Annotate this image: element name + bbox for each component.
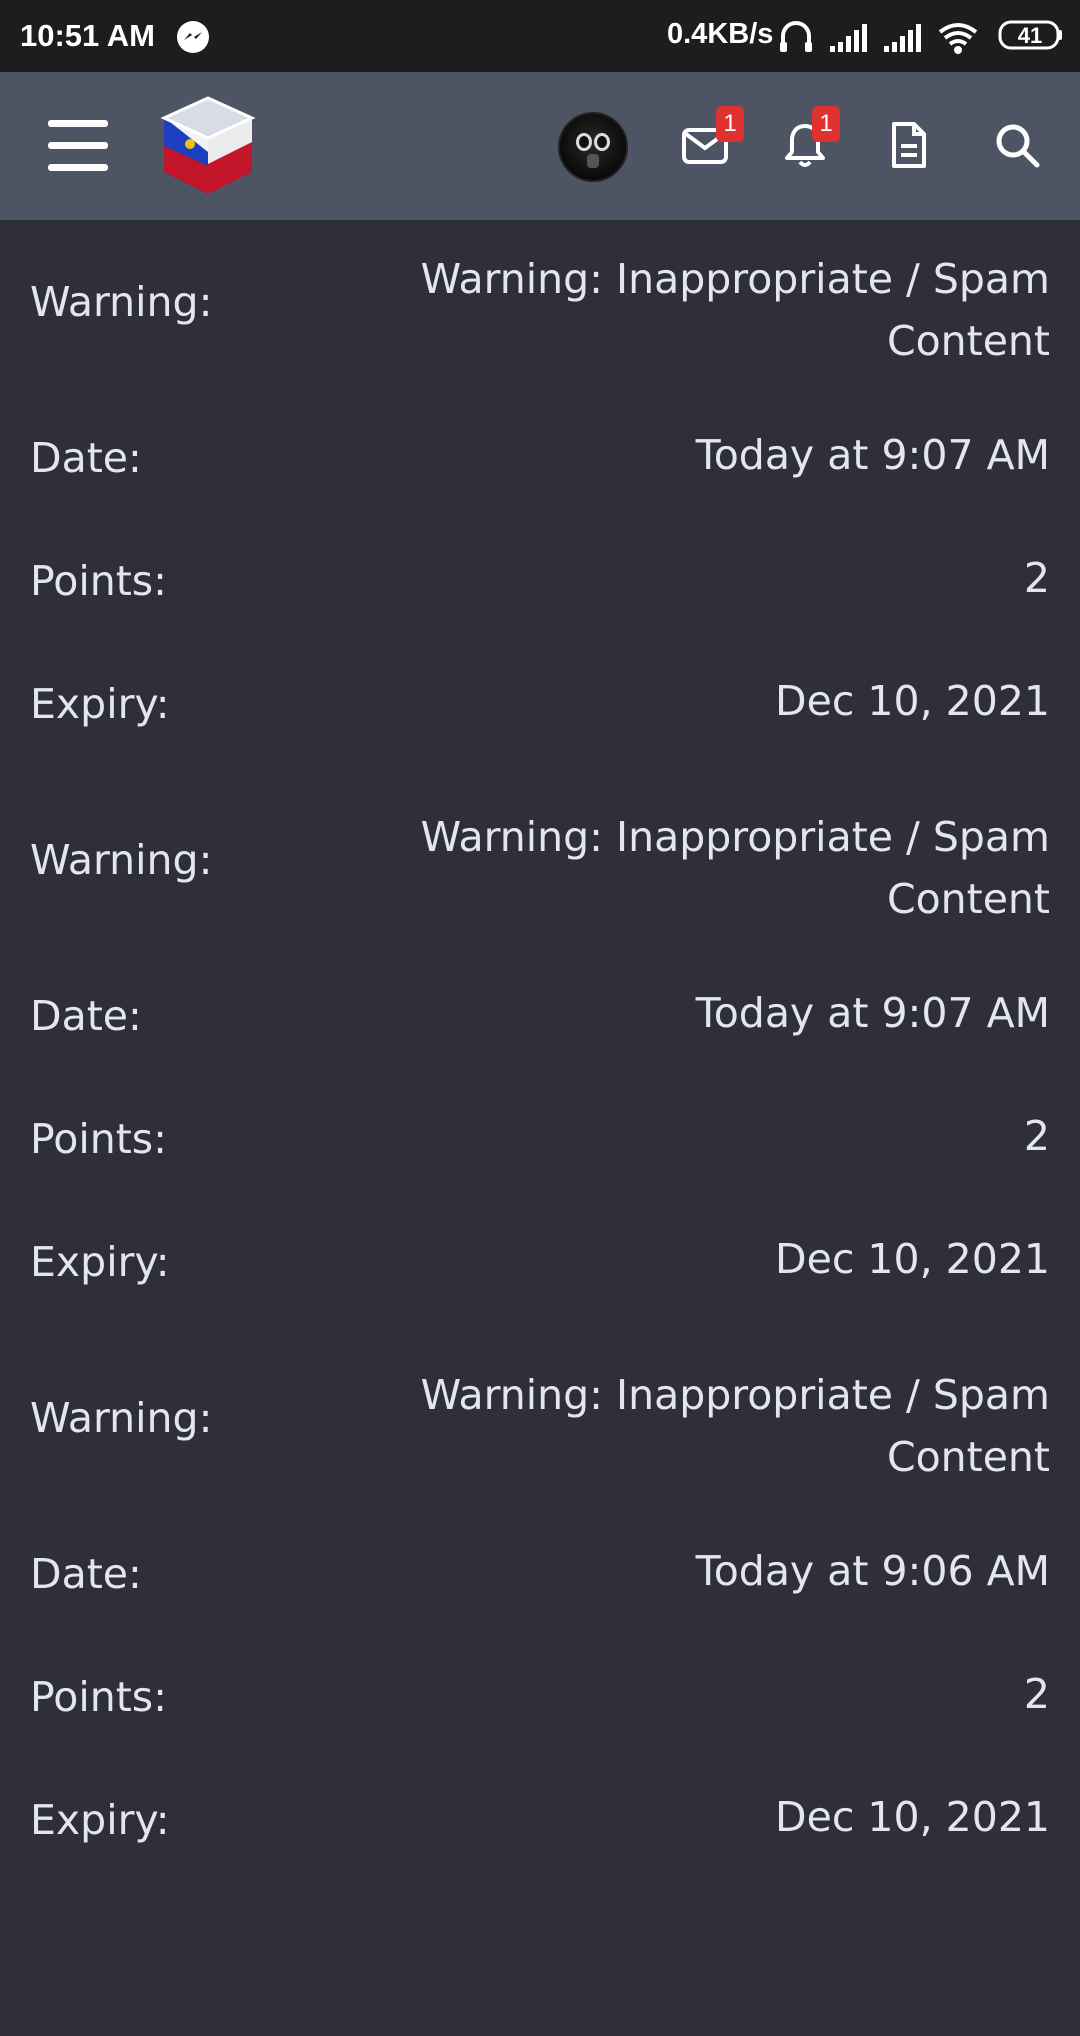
expiry-label: Expiry: <box>30 680 170 728</box>
mail-badge: 1 <box>716 106 744 142</box>
status-icons <box>780 21 978 54</box>
signal-icon <box>830 24 867 52</box>
site-logo[interactable] <box>156 94 260 198</box>
app-header: 1 1 <box>0 72 1080 220</box>
signal-icon <box>884 24 921 52</box>
warning-label: Warning: <box>30 278 213 326</box>
expiry-label: Expiry: <box>30 1796 170 1844</box>
alerts-badge: 1 <box>812 106 840 142</box>
warning-entry: Warning: Warning: Inappropriate / Spam C… <box>0 778 1080 1336</box>
warning-entry: Warning: Warning: Inappropriate / Spam C… <box>0 1336 1080 2036</box>
warning-entry: Warning: Warning: Inappropriate / Spam C… <box>0 220 1080 778</box>
gas-mask-icon <box>576 133 610 168</box>
network-speed: 0.4KB/s <box>667 18 774 50</box>
wifi-icon <box>938 23 978 54</box>
warning-row: Warning: Warning: Inappropriate / Spam C… <box>30 248 1050 372</box>
points-value: 2 <box>1023 1670 1050 1718</box>
date-value: Today at 9:06 AM <box>695 1547 1050 1595</box>
document-icon[interactable] <box>884 120 934 170</box>
menu-icon[interactable] <box>48 120 108 172</box>
expiry-value: Dec 10, 2021 <box>775 1235 1050 1283</box>
warning-value: Warning: Inappropriate / Spam Content <box>420 813 1050 923</box>
status-time: 10:51 AM <box>20 18 155 53</box>
warning-row: Warning: Warning: Inappropriate / Spam C… <box>30 1364 1050 1488</box>
points-value: 2 <box>1023 554 1050 602</box>
date-label: Date: <box>30 992 142 1040</box>
expiry-value: Dec 10, 2021 <box>775 1793 1050 1841</box>
date-label: Date: <box>30 434 142 482</box>
warning-value: Warning: Inappropriate / Spam Content <box>420 1371 1050 1481</box>
points-value: 2 <box>1023 1112 1050 1160</box>
headphones-icon <box>780 21 812 52</box>
points-label: Points: <box>30 1115 167 1163</box>
points-label: Points: <box>30 1673 167 1721</box>
date-value: Today at 9:07 AM <box>695 989 1050 1037</box>
date-label: Date: <box>30 1550 142 1598</box>
date-value: Today at 9:07 AM <box>695 431 1050 479</box>
points-label: Points: <box>30 557 167 605</box>
expiry-label: Expiry: <box>30 1238 170 1286</box>
warning-label: Warning: <box>30 1394 213 1442</box>
expiry-value: Dec 10, 2021 <box>775 677 1050 725</box>
battery-level: 41 <box>1017 23 1043 48</box>
messenger-icon <box>177 21 209 53</box>
status-bar: 10:51 AM 0.4KB/s 41 <box>0 0 1080 72</box>
warning-row: Warning: Warning: Inappropriate / Spam C… <box>30 806 1050 930</box>
search-icon[interactable] <box>992 120 1042 170</box>
avatar[interactable] <box>558 112 628 182</box>
warning-label: Warning: <box>30 836 213 884</box>
warnings-list: Warning: Warning: Inappropriate / Spam C… <box>0 220 1080 2036</box>
warning-value: Warning: Inappropriate / Spam Content <box>420 255 1050 365</box>
